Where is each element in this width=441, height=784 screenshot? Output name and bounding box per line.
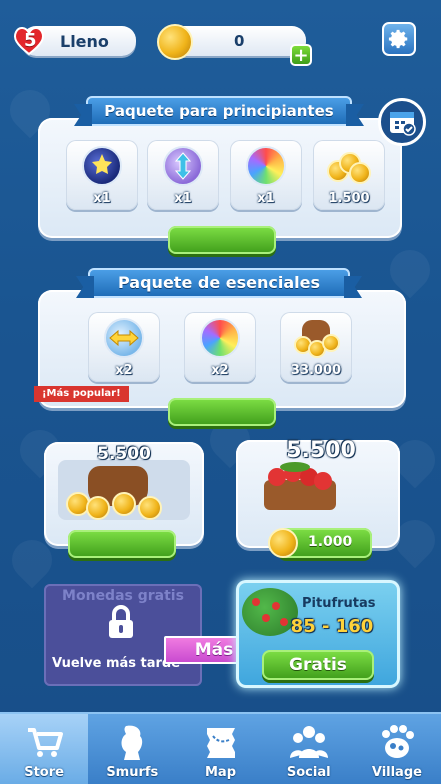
arrows-horizontal-orb-icon <box>104 318 144 358</box>
essentials-item-rainbow-orb: x2 <box>184 312 256 382</box>
paw-icon <box>381 725 414 758</box>
calendar-button[interactable] <box>378 98 426 146</box>
calendar-icon <box>390 112 416 136</box>
essentials-pack-title: Paquete de esenciales <box>88 268 350 298</box>
coins-offer-amount: 5.500 <box>97 444 151 464</box>
nav-item-store[interactable]: Store <box>0 714 89 784</box>
nav-label: Village <box>371 765 422 780</box>
coin-sack-icon <box>292 316 340 358</box>
nav-item-social[interactable]: Social <box>265 714 353 784</box>
starter-item-rainbow-orb: x1 <box>230 140 302 210</box>
bottom-nav: Store Smurfs Map Social Village <box>0 712 441 784</box>
lock-icon <box>109 605 133 638</box>
coin-icon <box>268 528 298 558</box>
rainbow-orb-icon <box>200 318 240 358</box>
essentials-item-coin-sack: 33.000 <box>280 312 352 382</box>
coins-stack-icon <box>327 148 371 184</box>
settings-button[interactable] <box>382 22 416 56</box>
arrows-vertical-orb-icon <box>163 146 203 186</box>
essentials-item-arrows-orb: x2 <box>88 312 160 382</box>
gear-icon <box>388 29 408 49</box>
nav-item-village[interactable]: Village <box>353 714 441 784</box>
starter-item-coins: 1.500 <box>313 140 385 210</box>
item-qty: 33.000 <box>290 363 342 378</box>
starter-item-star-orb: x1 <box>66 140 138 210</box>
berries-offer-amount: 5.500 <box>286 438 356 463</box>
lives-status: Lleno <box>60 32 109 51</box>
nav-label: Store <box>24 765 64 780</box>
coins-offer-image <box>58 460 190 520</box>
cart-icon <box>28 728 64 757</box>
starter-item-arrows-orb: x1 <box>147 140 219 210</box>
smurfberries-free-button[interactable]: Gratis <box>262 650 374 680</box>
berries-basket-icon <box>260 462 340 512</box>
smurfberries-title: Pitufrutas <box>302 596 376 611</box>
item-qty: x1 <box>257 191 275 206</box>
lives-count: 5 <box>24 30 37 51</box>
item-qty: x2 <box>211 363 229 378</box>
map-icon <box>206 728 235 758</box>
item-qty: x2 <box>115 363 133 378</box>
people-icon <box>289 726 328 758</box>
starter-pack-buy-button[interactable] <box>168 226 276 254</box>
smurf-icon <box>121 725 143 760</box>
coins-offer-buy-button[interactable] <box>68 530 176 558</box>
nav-item-smurfs[interactable]: Smurfs <box>88 714 176 784</box>
rainbow-orb-icon <box>246 146 286 186</box>
item-qty: x1 <box>174 191 192 206</box>
nav-label: Social <box>286 765 331 780</box>
berries-offer-price: 1.000 <box>308 534 353 550</box>
coin-icon <box>157 24 193 60</box>
star-orb-icon <box>82 146 122 186</box>
starter-pack-title: Paquete para principiantes <box>86 96 352 126</box>
essentials-pack-buy-button[interactable] <box>168 398 276 426</box>
nav-label: Smurfs <box>106 765 159 780</box>
nav-item-map[interactable]: Map <box>176 714 264 784</box>
coins-amount: 0 <box>234 32 245 50</box>
smurfberries-range: 85 - 160 <box>290 616 374 637</box>
item-qty: x1 <box>93 191 111 206</box>
item-qty: 1.500 <box>328 191 370 206</box>
most-popular-badge: ¡Más popular! <box>34 386 129 402</box>
free-coins-title: Monedas gratis <box>62 588 184 604</box>
nav-label: Map <box>205 765 237 780</box>
add-coins-button[interactable]: + <box>290 44 312 66</box>
